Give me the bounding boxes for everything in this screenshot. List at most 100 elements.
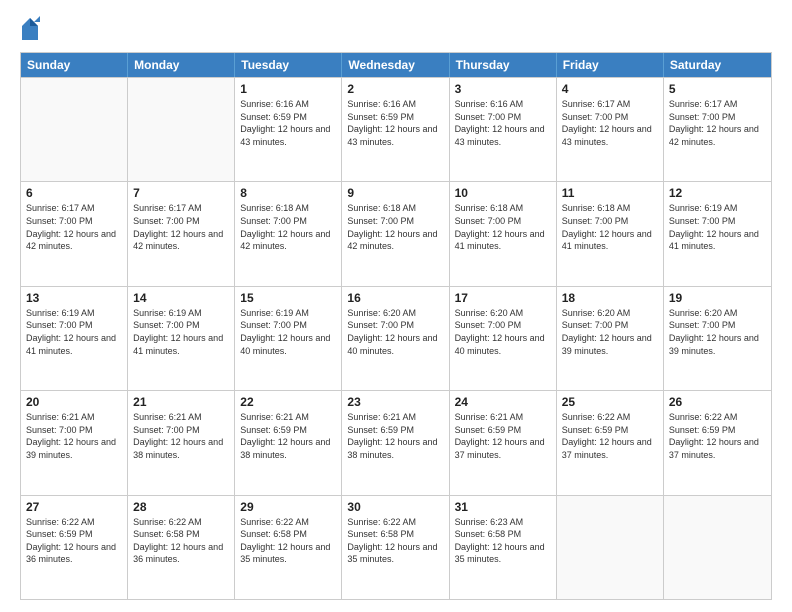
day-info: Sunrise: 6:19 AMSunset: 7:00 PMDaylight:… [240,307,336,357]
day-info: Sunrise: 6:22 AMSunset: 6:59 PMDaylight:… [562,411,658,461]
day-info: Sunrise: 6:18 AMSunset: 7:00 PMDaylight:… [240,202,336,252]
cal-cell: 24 Sunrise: 6:21 AMSunset: 6:59 PMDayligh… [450,391,557,494]
cal-cell: 26 Sunrise: 6:22 AMSunset: 6:59 PMDayligh… [664,391,771,494]
week-row-5: 27 Sunrise: 6:22 AMSunset: 6:59 PMDayligh… [21,495,771,599]
day-number: 7 [133,186,229,200]
cal-cell: 30Sunrise: 6:22 AMSunset: 6:58 PMDayligh… [342,496,449,599]
day-info: Sunrise: 6:19 AMSunset: 7:00 PMDaylight:… [26,307,122,357]
cal-cell: 18 Sunrise: 6:20 AMSunset: 7:00 PMDayligh… [557,287,664,390]
day-number: 28 [133,500,229,514]
day-info: Sunrise: 6:17 AMSunset: 7:00 PMDaylight:… [562,98,658,148]
day-number: 13 [26,291,122,305]
cal-cell: 28 Sunrise: 6:22 AMSunset: 6:58 PMDayligh… [128,496,235,599]
header-day-monday: Monday [128,53,235,77]
day-number: 12 [669,186,766,200]
day-number: 11 [562,186,658,200]
page: SundayMondayTuesdayWednesdayThursdayFrid… [0,0,792,612]
header-day-sunday: Sunday [21,53,128,77]
cal-cell: 8 Sunrise: 6:18 AMSunset: 7:00 PMDaylight… [235,182,342,285]
calendar-header: SundayMondayTuesdayWednesdayThursdayFrid… [21,53,771,77]
week-row-2: 6 Sunrise: 6:17 AMSunset: 7:00 PMDaylight… [21,181,771,285]
day-number: 6 [26,186,122,200]
day-number: 24 [455,395,551,409]
day-number: 20 [26,395,122,409]
cal-cell: 27 Sunrise: 6:22 AMSunset: 6:59 PMDayligh… [21,496,128,599]
cal-cell: 15 Sunrise: 6:19 AMSunset: 7:00 PMDayligh… [235,287,342,390]
day-number: 29 [240,500,336,514]
cal-cell: 31 Sunrise: 6:23 AMSunset: 6:58 PMDayligh… [450,496,557,599]
cal-cell: 2 Sunrise: 6:16 AMSunset: 6:59 PMDaylight… [342,78,449,181]
day-number: 3 [455,82,551,96]
cal-cell: 25 Sunrise: 6:22 AMSunset: 6:59 PMDayligh… [557,391,664,494]
day-info: Sunrise: 6:17 AMSunset: 7:00 PMDaylight:… [669,98,766,148]
cal-cell: 6 Sunrise: 6:17 AMSunset: 7:00 PMDaylight… [21,182,128,285]
day-info: Sunrise: 6:16 AMSunset: 6:59 PMDaylight:… [347,98,443,148]
day-info: Sunrise: 6:21 AMSunset: 6:59 PMDaylight:… [240,411,336,461]
cal-cell: 10 Sunrise: 6:18 AMSunset: 7:00 PMDayligh… [450,182,557,285]
header-day-wednesday: Wednesday [342,53,449,77]
calendar-body: 1 Sunrise: 6:16 AMSunset: 6:59 PMDaylight… [21,77,771,599]
day-number: 25 [562,395,658,409]
cal-cell [664,496,771,599]
day-info: Sunrise: 6:22 AMSunset: 6:58 PMDaylight:… [133,516,229,566]
cal-cell: 4 Sunrise: 6:17 AMSunset: 7:00 PMDaylight… [557,78,664,181]
day-number: 26 [669,395,766,409]
day-number: 2 [347,82,443,96]
cal-cell: 14Sunrise: 6:19 AMSunset: 7:00 PMDayligh… [128,287,235,390]
day-info: Sunrise: 6:18 AMSunset: 7:00 PMDaylight:… [562,202,658,252]
cal-cell: 1Sunrise: 6:16 AMSunset: 6:59 PMDaylight… [235,78,342,181]
cal-cell: 22 Sunrise: 6:21 AMSunset: 6:59 PMDayligh… [235,391,342,494]
header-day-thursday: Thursday [450,53,557,77]
header-day-friday: Friday [557,53,664,77]
cal-cell [557,496,664,599]
day-info: Sunrise: 6:20 AMSunset: 7:00 PMDaylight:… [669,307,766,357]
day-number: 17 [455,291,551,305]
cal-cell [21,78,128,181]
day-info: Sunrise: 6:21 AMSunset: 6:59 PMDaylight:… [455,411,551,461]
day-number: 18 [562,291,658,305]
day-info: Sunrise: 6:22 AMSunset: 6:58 PMDaylight:… [240,516,336,566]
cal-cell: 21Sunrise: 6:21 AMSunset: 7:00 PMDayligh… [128,391,235,494]
day-info: Sunrise: 6:18 AMSunset: 7:00 PMDaylight:… [455,202,551,252]
cal-cell: 23Sunrise: 6:21 AMSunset: 6:59 PMDayligh… [342,391,449,494]
cal-cell: 5 Sunrise: 6:17 AMSunset: 7:00 PMDaylight… [664,78,771,181]
day-number: 10 [455,186,551,200]
day-number: 31 [455,500,551,514]
day-number: 4 [562,82,658,96]
cal-cell: 11 Sunrise: 6:18 AMSunset: 7:00 PMDayligh… [557,182,664,285]
cal-cell: 16Sunrise: 6:20 AMSunset: 7:00 PMDayligh… [342,287,449,390]
day-number: 1 [240,82,336,96]
day-info: Sunrise: 6:18 AMSunset: 7:00 PMDaylight:… [347,202,443,252]
logo [20,16,44,42]
day-info: Sunrise: 6:20 AMSunset: 7:00 PMDaylight:… [562,307,658,357]
day-info: Sunrise: 6:20 AMSunset: 7:00 PMDaylight:… [347,307,443,357]
day-number: 19 [669,291,766,305]
cal-cell [128,78,235,181]
cal-cell: 12Sunrise: 6:19 AMSunset: 7:00 PMDayligh… [664,182,771,285]
day-number: 14 [133,291,229,305]
day-number: 27 [26,500,122,514]
day-number: 30 [347,500,443,514]
cal-cell: 29 Sunrise: 6:22 AMSunset: 6:58 PMDayligh… [235,496,342,599]
day-number: 5 [669,82,766,96]
day-number: 15 [240,291,336,305]
day-info: Sunrise: 6:23 AMSunset: 6:58 PMDaylight:… [455,516,551,566]
day-number: 9 [347,186,443,200]
cal-cell: 7Sunrise: 6:17 AMSunset: 7:00 PMDaylight… [128,182,235,285]
day-info: Sunrise: 6:22 AMSunset: 6:59 PMDaylight:… [26,516,122,566]
header-day-saturday: Saturday [664,53,771,77]
header [20,16,772,42]
cal-cell: 20Sunrise: 6:21 AMSunset: 7:00 PMDayligh… [21,391,128,494]
cal-cell: 19 Sunrise: 6:20 AMSunset: 7:00 PMDayligh… [664,287,771,390]
calendar: SundayMondayTuesdayWednesdayThursdayFrid… [20,52,772,600]
day-info: Sunrise: 6:22 AMSunset: 6:59 PMDaylight:… [669,411,766,461]
week-row-3: 13 Sunrise: 6:19 AMSunset: 7:00 PMDayligh… [21,286,771,390]
day-info: Sunrise: 6:17 AMSunset: 7:00 PMDaylight:… [26,202,122,252]
day-number: 22 [240,395,336,409]
day-info: Sunrise: 6:20 AMSunset: 7:00 PMDaylight:… [455,307,551,357]
cal-cell: 17 Sunrise: 6:20 AMSunset: 7:00 PMDayligh… [450,287,557,390]
day-number: 8 [240,186,336,200]
cal-cell: 3Sunrise: 6:16 AMSunset: 7:00 PMDaylight… [450,78,557,181]
header-day-tuesday: Tuesday [235,53,342,77]
logo-icon [20,16,40,42]
